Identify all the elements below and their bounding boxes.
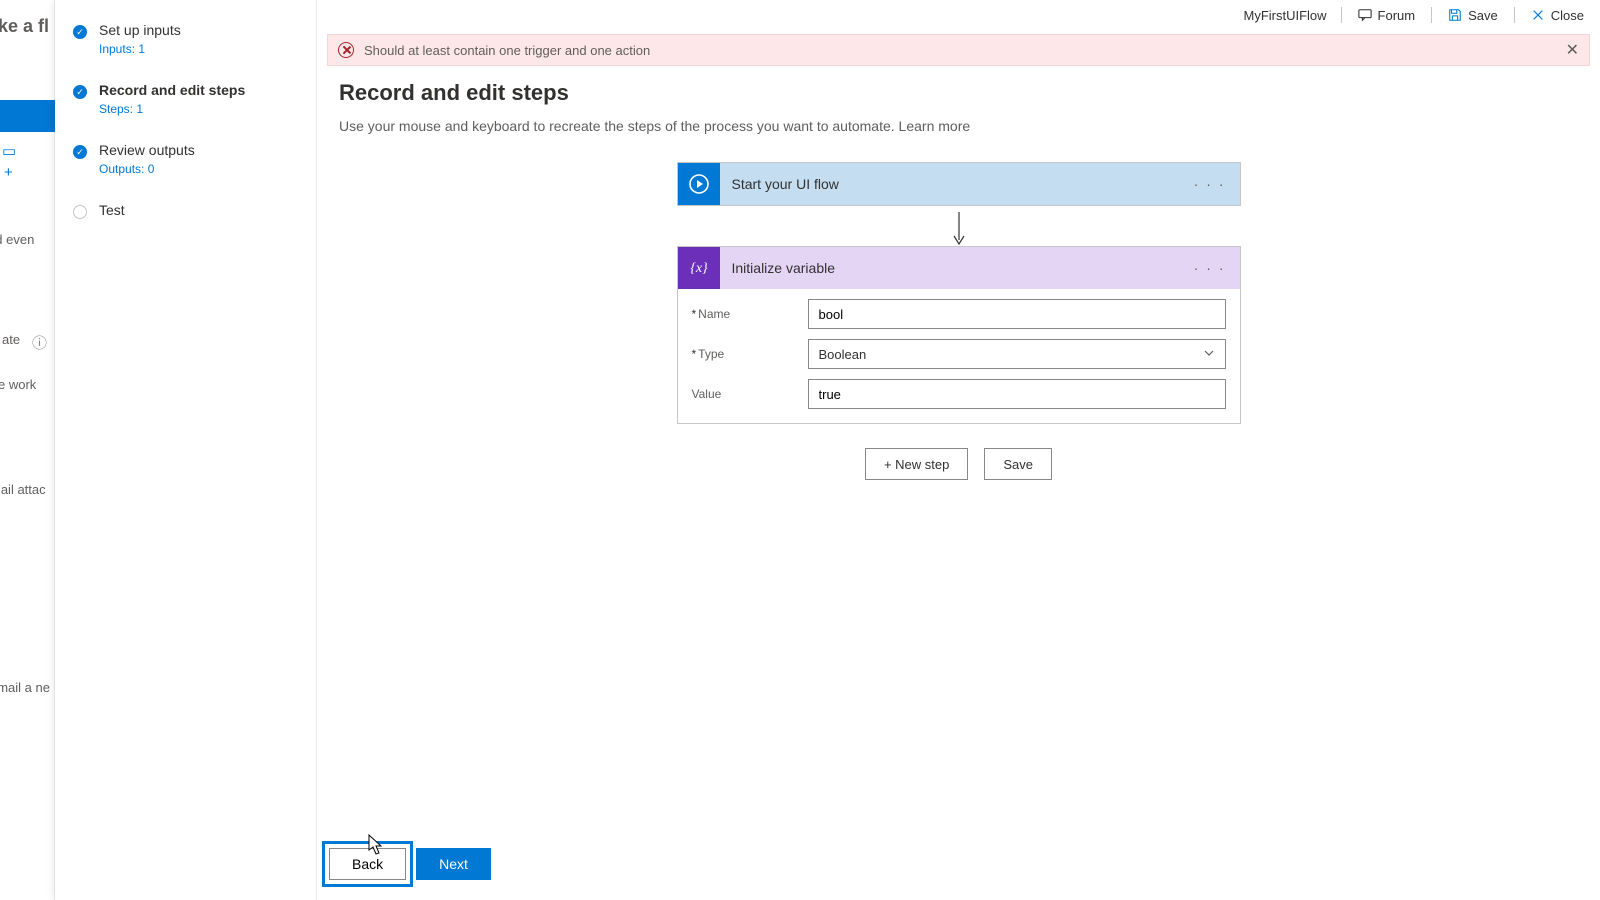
wizard-step-sub: Outputs: 0 (99, 162, 195, 176)
check-icon: ✓ (73, 85, 87, 99)
bg-text-5: email a ne (0, 680, 50, 695)
bg-text-4: mail attac (0, 482, 46, 497)
wizard-step-sub: Steps: 1 (99, 102, 245, 116)
desc-text: Use your mouse and keyboard to recreate … (339, 118, 899, 134)
value-label: Value (692, 387, 808, 401)
forum-label: Forum (1378, 8, 1416, 23)
separator (1514, 7, 1515, 23)
variable-icon: {x} (678, 247, 720, 289)
card-header[interactable]: {x} Initialize variable · · · (678, 247, 1240, 289)
circle-icon (73, 205, 87, 219)
play-record-icon (678, 163, 720, 205)
card-title: Start your UI flow (732, 176, 839, 192)
type-select[interactable]: Boolean (808, 339, 1226, 369)
wizard-step-inputs[interactable]: ✓ Set up inputs Inputs: 1 (73, 22, 306, 56)
error-banner: Should at least contain one trigger and … (327, 34, 1590, 66)
value-field: Value (692, 379, 1226, 409)
check-icon: ✓ (73, 25, 87, 39)
flow-name[interactable]: MyFirstUIFlow (1244, 8, 1327, 23)
bg-plus-icon: + (4, 164, 13, 181)
wizard-step-outputs[interactable]: ✓ Review outputs Outputs: 0 (73, 142, 306, 176)
wizard-step-title: Test (99, 202, 125, 218)
start-flow-card[interactable]: Start your UI flow · · · (677, 162, 1241, 206)
check-icon: ✓ (73, 145, 87, 159)
connector-arrow (958, 212, 959, 240)
wizard-step-record[interactable]: ✓ Record and edit steps Steps: 1 (73, 82, 306, 116)
content: Record and edit steps Use your mouse and… (317, 66, 1600, 900)
new-step-button[interactable]: + New step (865, 448, 968, 480)
header-bar: MyFirstUIFlow Forum Save Close (317, 0, 1600, 30)
separator (1341, 7, 1342, 23)
main-area: MyFirstUIFlow Forum Save Close Should at… (317, 0, 1600, 900)
name-input[interactable] (808, 299, 1226, 329)
save-button[interactable]: Save (1440, 4, 1506, 27)
error-icon (338, 42, 354, 58)
back-button[interactable]: Back (329, 848, 406, 880)
comment-icon (1358, 8, 1372, 22)
learn-more-link[interactable]: Learn more (899, 118, 971, 134)
card-menu-button[interactable]: · · · (1190, 256, 1230, 280)
banner-close-button[interactable]: ✕ (1566, 40, 1579, 60)
page-description: Use your mouse and keyboard to recreate … (339, 118, 1578, 134)
card-body: *Name *Type Boolean (678, 289, 1240, 423)
save-icon (1448, 8, 1462, 22)
bg-info-icon: ⓘ (32, 332, 47, 353)
wizard-step-title: Record and edit steps (99, 82, 245, 98)
save-step-button[interactable]: Save (984, 448, 1052, 480)
name-field: *Name (692, 299, 1226, 329)
separator (1431, 7, 1432, 23)
bg-title: ake a fl (0, 16, 49, 37)
chevron-down-icon (1203, 347, 1215, 362)
page-title: Record and edit steps (339, 80, 1578, 106)
close-icon (1531, 8, 1545, 22)
bg-text-2: ate (2, 332, 20, 347)
flow-canvas: Start your UI flow · · · {x} Initialize … (339, 162, 1578, 480)
card-menu-button[interactable]: · · · (1190, 172, 1230, 196)
next-button[interactable]: Next (416, 848, 491, 880)
svg-text:{x}: {x} (690, 261, 708, 276)
type-value: Boolean (819, 347, 867, 362)
error-text: Should at least contain one trigger and … (364, 43, 650, 58)
flow-builder-panel: ✓ Set up inputs Inputs: 1 ✓ Record and e… (55, 0, 1600, 900)
bg-icon-1: ▭ (2, 142, 16, 160)
save-label: Save (1468, 8, 1498, 23)
bg-text-3: e work (0, 377, 36, 392)
wizard-step-sub: Inputs: 1 (99, 42, 181, 56)
card-header[interactable]: Start your UI flow · · · (678, 163, 1240, 205)
name-label: *Name (692, 307, 808, 321)
bg-text-1: nated even (0, 232, 34, 247)
background-left-sliver: ake a fl ▭ + nated even ate ⓘ e work mai… (0, 0, 55, 900)
wizard-step-test[interactable]: Test (73, 202, 306, 219)
close-label: Close (1551, 8, 1584, 23)
step-actions: + New step Save (865, 448, 1052, 480)
value-input[interactable] (808, 379, 1226, 409)
wizard-step-title: Set up inputs (99, 22, 181, 38)
type-label: *Type (692, 347, 808, 361)
wizard-step-title: Review outputs (99, 142, 195, 158)
wizard-footer: Back Next (317, 848, 491, 880)
bg-selected-item (0, 100, 55, 132)
card-title: Initialize variable (732, 260, 836, 276)
initialize-variable-card[interactable]: {x} Initialize variable · · · *Name *Typ… (677, 246, 1241, 424)
forum-button[interactable]: Forum (1350, 4, 1424, 27)
close-button[interactable]: Close (1523, 4, 1592, 27)
wizard-steps: ✓ Set up inputs Inputs: 1 ✓ Record and e… (55, 0, 317, 900)
type-field: *Type Boolean (692, 339, 1226, 369)
